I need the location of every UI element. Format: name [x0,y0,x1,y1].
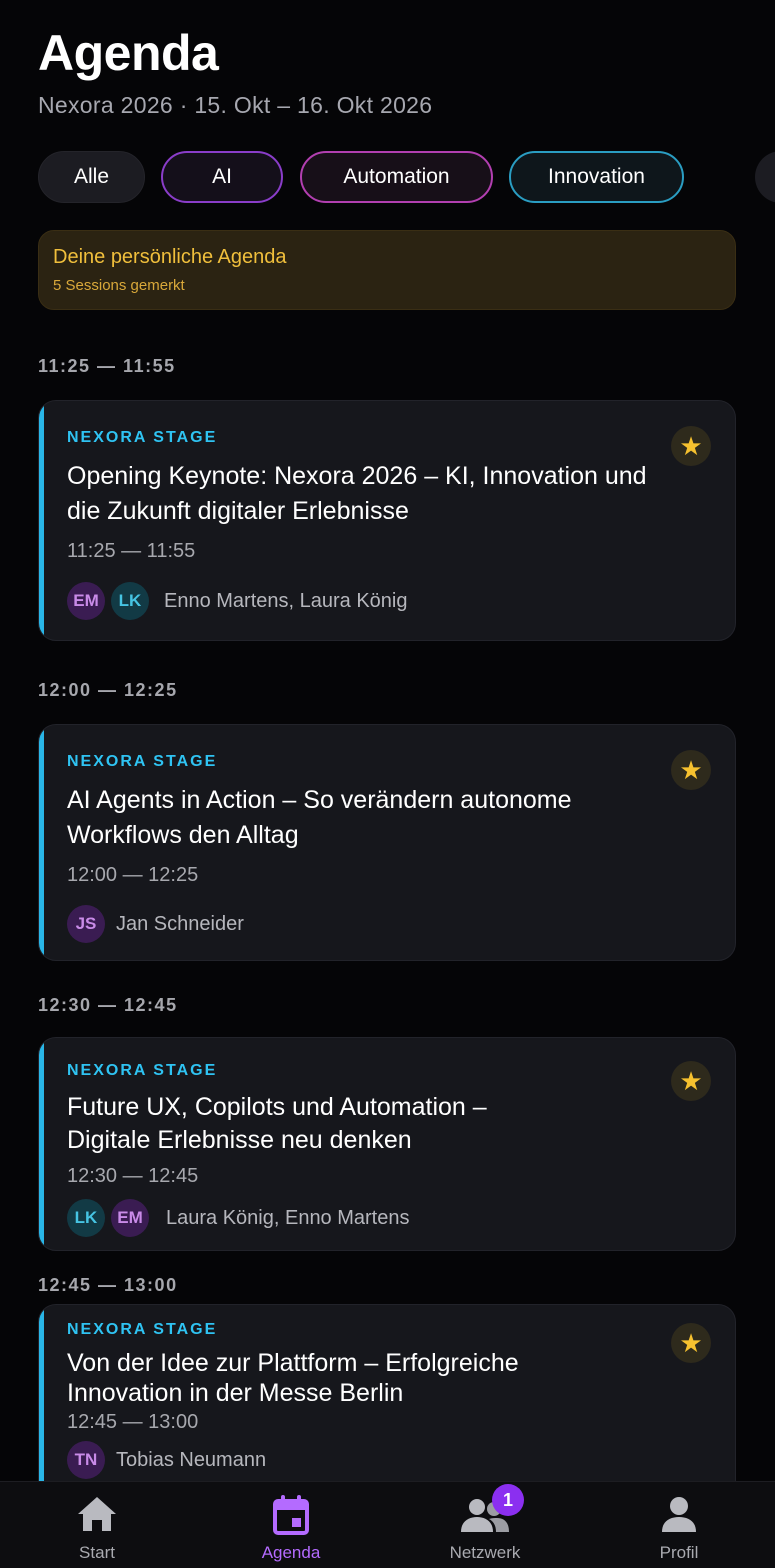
session-title: Von der Idee zur Plattform – Erfolgreich… [67,1349,519,1407]
nav-agenda[interactable]: Agenda [194,1482,388,1568]
page-title: Agenda [38,25,219,81]
nav-netzwerk-label: Netzwerk [449,1543,521,1562]
agenda-screen: Agenda Nexora 2026 · 15. Okt – 16. Okt 2… [0,0,775,1568]
stage-accent-bar [39,1038,44,1250]
nav-start[interactable]: Start [0,1482,194,1568]
notification-badge: 1 [492,1484,524,1516]
filter-chip-ai[interactable]: AI [161,151,283,203]
stage-label: NEXORA STAGE [67,753,218,770]
speaker-names: Tobias Neumann [116,1449,267,1471]
avatar: LK [67,1199,105,1237]
filter-chips: Alle AI Automation Innovation [38,151,775,203]
stage-label: NEXORA STAGE [67,1062,218,1079]
speaker-names: Laura König, Enno Martens [166,1207,410,1229]
person-icon [659,1494,699,1539]
avatar: JS [67,905,105,943]
nav-agenda-label: Agenda [261,1543,321,1562]
session-card[interactable]: NEXORA STAGE ★ Future UX, Copilots und A… [38,1037,736,1251]
home-icon [75,1494,119,1539]
star-icon[interactable]: ★ [671,1061,711,1101]
bookmarked-count: 5 Sessions gemerkt [53,277,185,294]
personal-agenda-banner[interactable]: Deine persönliche Agenda 5 Sessions geme… [38,230,736,310]
stage-accent-bar [39,401,44,640]
session-card[interactable]: NEXORA STAGE ★ Von der Idee zur Plattfor… [38,1304,736,1504]
speaker-avatars: EM LK [67,582,151,620]
nav-netzwerk[interactable]: 1 Netzwerk [388,1482,582,1568]
filter-chip-alle[interactable]: Alle [38,151,145,203]
session-card[interactable]: NEXORA STAGE ★ Opening Keynote: Nexora 2… [38,400,736,641]
star-icon[interactable]: ★ [671,750,711,790]
stage-accent-bar [39,1305,44,1503]
speaker-avatars: TN [67,1441,105,1479]
session-time: 12:00 — 12:25 [67,864,199,886]
star-icon[interactable]: ★ [671,1323,711,1363]
personal-agenda-title: Deine persönliche Agenda [53,246,287,268]
time-slot-header: 12:30 — 12:45 [38,995,178,1015]
bottom-navigation: Start Agenda 1 Netzwerk Profil [0,1481,775,1568]
speaker-names: Jan Schneider [116,913,244,935]
star-icon[interactable]: ★ [671,426,711,466]
session-time: 12:30 — 12:45 [67,1165,199,1187]
session-time: 11:25 — 11:55 [67,540,196,562]
calendar-icon [271,1494,311,1541]
time-slot-header: 11:25 — 11:55 [38,356,176,376]
session-card[interactable]: NEXORA STAGE ★ AI Agents in Action – So … [38,724,736,961]
filter-chip-automation[interactable]: Automation [300,151,493,203]
avatar: TN [67,1441,105,1479]
speaker-avatars: LK EM [67,1199,151,1237]
speaker-names: Enno Martens, Laura König [164,590,408,612]
event-subtitle: Nexora 2026 · 15. Okt – 16. Okt 2026 [38,92,433,118]
stage-label: NEXORA STAGE [67,429,218,446]
nav-start-label: Start [79,1543,115,1562]
avatar: EM [67,582,105,620]
avatar: LK [111,582,149,620]
stage-label: NEXORA STAGE [67,1321,218,1338]
nav-profil-label: Profil [659,1543,699,1562]
time-slot-header: 12:00 — 12:25 [38,680,178,700]
speaker-avatars: JS [67,905,105,943]
avatar: EM [111,1199,149,1237]
session-title: Opening Keynote: Nexora 2026 – KI, Innov… [67,462,647,525]
time-slot-header: 12:45 — 13:00 [38,1275,178,1295]
session-time: 12:45 — 13:00 [67,1411,199,1433]
filter-chip-innovation[interactable]: Innovation [509,151,684,203]
session-title: Future UX, Copilots und Automation – Dig… [67,1093,487,1154]
stage-accent-bar [39,725,44,960]
filter-chip-more[interactable] [755,151,775,203]
nav-profil[interactable]: Profil [582,1482,775,1568]
session-title: AI Agents in Action – So verändern auton… [67,786,572,849]
